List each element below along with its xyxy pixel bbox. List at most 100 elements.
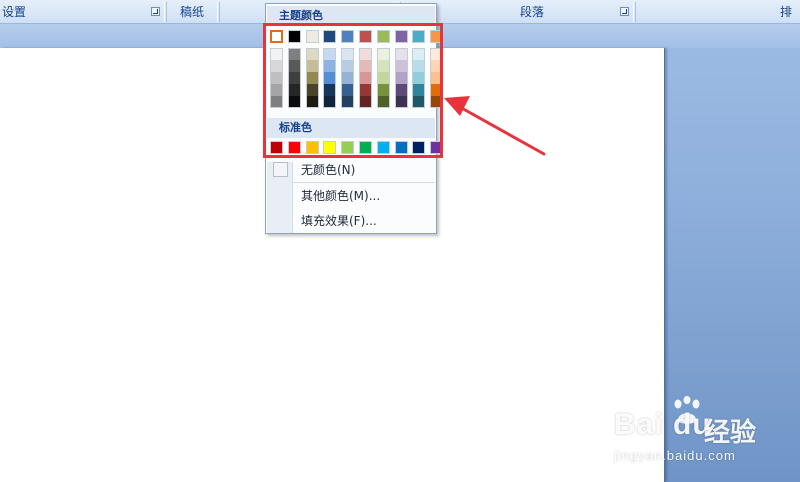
theme-tint-swatch[interactable] xyxy=(305,48,319,60)
theme-tint-swatch[interactable] xyxy=(394,60,408,72)
theme-tint-swatch[interactable] xyxy=(323,60,337,72)
theme-tint-swatch[interactable] xyxy=(270,96,283,108)
annotation-arrow-icon xyxy=(444,96,546,156)
theme-tint-swatch[interactable] xyxy=(376,96,390,108)
no-color-icon xyxy=(273,162,288,177)
ribbon-group-label: 排 xyxy=(779,5,792,19)
standard-color-swatch[interactable] xyxy=(270,141,283,154)
theme-tint-swatch[interactable] xyxy=(412,48,426,60)
theme-tint-swatch[interactable] xyxy=(287,48,301,60)
ribbon-group-label: 稿纸 xyxy=(179,5,204,19)
theme-tint-swatch[interactable] xyxy=(270,72,283,84)
more-colors-item[interactable]: 其他颜色(M)... xyxy=(267,184,435,208)
watermark-brand: Bai du xyxy=(614,408,712,441)
theme-tint-swatch[interactable] xyxy=(287,96,301,108)
ribbon-group-draft-paper: 稿纸 xyxy=(166,2,218,22)
theme-tint-swatch[interactable] xyxy=(376,84,390,96)
theme-tint-swatch[interactable] xyxy=(341,48,355,60)
theme-tint-swatch[interactable] xyxy=(287,60,301,72)
standard-color-swatch[interactable] xyxy=(287,141,301,154)
theme-color-swatch[interactable] xyxy=(430,30,444,43)
theme-color-swatch[interactable] xyxy=(376,30,390,43)
theme-tint-column xyxy=(287,48,301,108)
theme-tint-swatch[interactable] xyxy=(341,72,355,84)
theme-tint-swatch[interactable] xyxy=(430,48,444,60)
theme-tint-swatch[interactable] xyxy=(394,48,408,60)
theme-color-swatch[interactable] xyxy=(270,30,283,43)
theme-color-swatch[interactable] xyxy=(287,30,301,43)
ribbon-group-label: 段落 xyxy=(519,5,544,19)
theme-tint-column xyxy=(359,48,372,108)
standard-color-swatch[interactable] xyxy=(412,141,426,154)
baidu-jingyan-watermark: Bai du 经验 jingyan.baidu.com xyxy=(612,396,800,482)
theme-color-swatch[interactable] xyxy=(394,30,408,43)
theme-tint-swatch[interactable] xyxy=(323,48,337,60)
menu-separator xyxy=(293,182,435,183)
theme-tint-swatch[interactable] xyxy=(323,84,337,96)
theme-tint-swatch[interactable] xyxy=(376,72,390,84)
theme-tint-swatch[interactable] xyxy=(287,72,301,84)
theme-tint-column xyxy=(376,48,390,108)
standard-color-swatch[interactable] xyxy=(394,141,408,154)
theme-tint-swatch[interactable] xyxy=(323,96,337,108)
standard-color-swatch[interactable] xyxy=(359,141,372,154)
theme-tint-swatch[interactable] xyxy=(305,96,319,108)
theme-tint-column xyxy=(323,48,337,108)
theme-tint-column xyxy=(270,48,283,108)
theme-tint-swatch[interactable] xyxy=(376,60,390,72)
theme-tint-swatch[interactable] xyxy=(359,72,372,84)
theme-tint-swatch[interactable] xyxy=(287,84,301,96)
theme-tint-swatch[interactable] xyxy=(359,84,372,96)
theme-tint-swatch[interactable] xyxy=(394,96,408,108)
theme-tint-swatch[interactable] xyxy=(270,48,283,60)
standard-color-swatch[interactable] xyxy=(341,141,355,154)
no-color-item[interactable]: 无颜色(N) xyxy=(267,158,435,182)
theme-tint-swatch[interactable] xyxy=(359,48,372,60)
no-color-label: 无颜色(N) xyxy=(301,163,356,177)
theme-tint-swatch[interactable] xyxy=(412,72,426,84)
theme-color-swatch[interactable] xyxy=(341,30,355,43)
fill-effects-label: 填充效果(F)... xyxy=(301,214,377,228)
theme-tint-column xyxy=(412,48,426,108)
theme-tint-swatch[interactable] xyxy=(341,96,355,108)
theme-tint-swatch[interactable] xyxy=(359,96,372,108)
theme-tint-swatch[interactable] xyxy=(341,60,355,72)
standard-color-swatch[interactable] xyxy=(376,141,390,154)
theme-colors-header: 主题颜色 xyxy=(267,6,435,26)
dialog-launcher-icon[interactable] xyxy=(620,7,629,16)
dialog-launcher-icon[interactable] xyxy=(151,7,160,16)
fill-effects-item[interactable]: 填充效果(F)... xyxy=(267,209,435,233)
theme-tint-swatch[interactable] xyxy=(412,96,426,108)
standard-colors-header: 标准色 xyxy=(267,118,435,138)
theme-color-swatch[interactable] xyxy=(359,30,372,43)
theme-tint-swatch[interactable] xyxy=(376,48,390,60)
theme-tint-swatch[interactable] xyxy=(305,60,319,72)
theme-tint-swatch[interactable] xyxy=(305,72,319,84)
theme-tint-swatch[interactable] xyxy=(323,72,337,84)
watermark-url: jingyan.baidu.com xyxy=(614,448,736,463)
theme-color-swatch[interactable] xyxy=(323,30,337,43)
theme-tint-swatch[interactable] xyxy=(270,84,283,96)
theme-tint-swatch[interactable] xyxy=(430,60,444,72)
ribbon-group-page-setup: 设置 xyxy=(0,2,165,22)
theme-tint-swatch[interactable] xyxy=(394,72,408,84)
ribbon-group-label: 设置 xyxy=(2,5,27,19)
theme-color-swatch[interactable] xyxy=(412,30,426,43)
theme-tint-swatch[interactable] xyxy=(341,84,355,96)
theme-tint-column xyxy=(305,48,319,108)
theme-tint-swatch[interactable] xyxy=(359,60,372,72)
ribbon-group-arrange: 排 xyxy=(635,2,800,22)
page-color-dropdown: 主题颜色 标准色 无颜色(N) 其他颜色(M)... 填充效果(F)... xyxy=(265,3,444,234)
more-colors-label: 其他颜色(M)... xyxy=(301,189,381,203)
theme-tint-swatch[interactable] xyxy=(270,60,283,72)
standard-color-swatch[interactable] xyxy=(323,141,337,154)
theme-tint-swatch[interactable] xyxy=(430,72,444,84)
theme-tint-column xyxy=(394,48,408,108)
theme-tint-swatch[interactable] xyxy=(412,60,426,72)
theme-tint-swatch[interactable] xyxy=(412,84,426,96)
theme-tint-swatch[interactable] xyxy=(394,84,408,96)
theme-tint-swatch[interactable] xyxy=(305,84,319,96)
standard-color-swatch[interactable] xyxy=(305,141,319,154)
theme-color-swatch[interactable] xyxy=(305,30,319,43)
theme-tint-column xyxy=(341,48,355,108)
